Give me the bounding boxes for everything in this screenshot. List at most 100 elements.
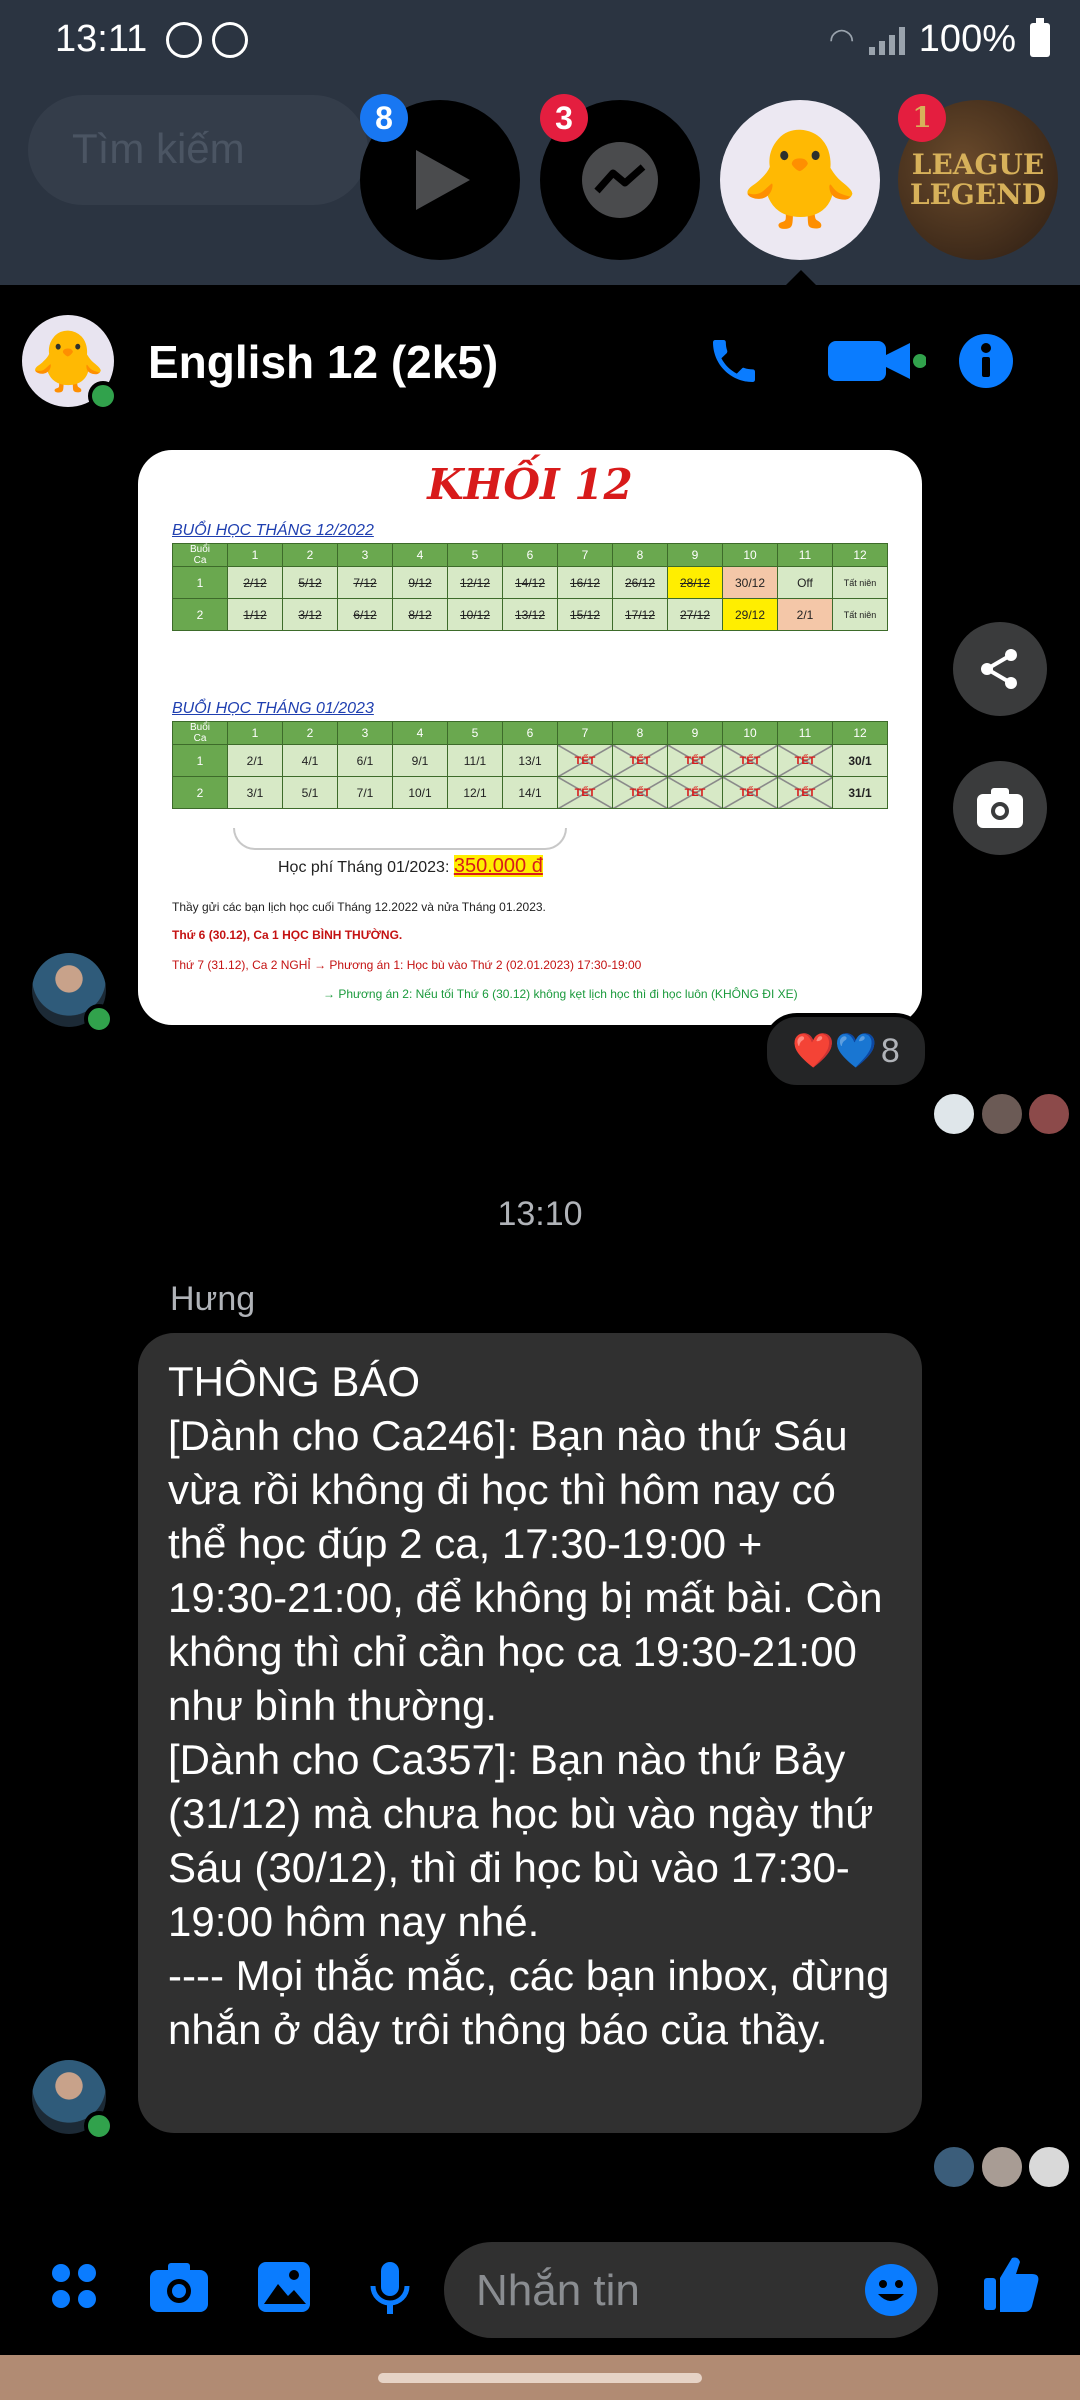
table-cell: 6/12 <box>337 598 393 631</box>
apps-menu-icon[interactable] <box>48 2260 100 2312</box>
table-cell: TẾT <box>557 776 613 809</box>
table-cell: 6 <box>502 543 558 567</box>
message-timestamp: 13:10 <box>497 1195 583 1233</box>
tuition-fee-label: Học phí Tháng 01/2023: <box>278 859 450 876</box>
status-bar: 13:11 ◠ 100% <box>0 0 1080 80</box>
messenger-notification-icon <box>166 22 202 58</box>
table-cell: TẾT <box>612 776 668 809</box>
table-cell: 26/12 <box>612 566 668 599</box>
table-cell: 4/1 <box>282 744 338 777</box>
message-reactions[interactable]: ❤️💙 8 <box>763 1013 929 1089</box>
table-cell: 16/12 <box>557 566 613 599</box>
seen-avatar <box>1027 2145 1071 2189</box>
battery-percent: 100% <box>918 18 1016 60</box>
table-header-row: Buổi Ca 1 2 3 4 5 6 7 8 9 10 11 12 <box>172 721 888 745</box>
seen-avatar <box>932 1092 976 1136</box>
table-cell: 7/12 <box>337 566 393 599</box>
chick-avatar-icon: 🐥 <box>740 126 860 233</box>
emoji-icon[interactable] <box>864 2263 918 2317</box>
seen-avatar <box>980 1092 1024 1136</box>
table-cell: 31/1 <box>832 776 888 809</box>
tuition-fee-value: 350.000 đ <box>453 855 543 877</box>
table-row: 1 2/1 4/1 6/1 9/1 11/1 13/1 TẾT TẾT TẾT … <box>172 744 888 777</box>
unread-badge: 8 <box>360 94 408 142</box>
table-cell: 7 <box>557 543 613 567</box>
table-cell: 12/1 <box>447 776 503 809</box>
table-cell: 6/1 <box>337 744 393 777</box>
table-cell: 1/12 <box>227 598 283 631</box>
table-cell: 1 <box>172 566 228 599</box>
table-cell: 12/12 <box>447 566 503 599</box>
table-cell: 3 <box>337 721 393 745</box>
message-input-placeholder: Nhắn tin <box>476 2266 640 2315</box>
table-row: 1 2/12 5/12 7/12 9/12 12/12 14/12 16/12 … <box>172 566 888 599</box>
table-cell: 5 <box>447 543 503 567</box>
home-gesture-handle[interactable] <box>378 2373 702 2383</box>
camera-icon[interactable] <box>148 2260 210 2314</box>
like-icon[interactable] <box>982 2254 1040 2314</box>
reaction-emojis: ❤️💙 <box>792 1032 877 1070</box>
table-cell: 2 <box>172 776 228 809</box>
schedule-section-label: BUỔI HỌC THÁNG 01/2023 <box>172 700 374 717</box>
unread-badge: 1 <box>898 94 946 142</box>
active-pointer <box>785 270 817 286</box>
chat-head-chick[interactable]: 🐥 <box>720 100 880 260</box>
table-cell: TẾT <box>612 744 668 777</box>
table-cell: 4 <box>392 721 448 745</box>
messenger-notification-icon <box>212 22 248 58</box>
table-cell: 3/12 <box>282 598 338 631</box>
microphone-icon[interactable] <box>368 2260 412 2318</box>
table-cell: 5/1 <box>282 776 338 809</box>
chat-head-play[interactable]: 8 <box>360 94 520 260</box>
table-cell: 3/1 <box>227 776 283 809</box>
text-message[interactable]: THÔNG BÁO [Dành cho Ca246]: Bạn nào thứ … <box>138 1333 922 2133</box>
table-cell: 10/12 <box>447 598 503 631</box>
schedule-image-message[interactable]: KHỐI 12 BUỔI HỌC THÁNG 12/2022 Buổi Ca 1… <box>138 450 922 1025</box>
table-cell: 5 <box>447 721 503 745</box>
table-cell: 1 <box>172 744 228 777</box>
table-cell: TẾT <box>777 776 833 809</box>
brace-decoration <box>233 828 567 850</box>
table-header-row: Buổi Ca 1 2 3 4 5 6 7 8 9 10 11 12 <box>172 543 888 567</box>
table-row: 2 1/12 3/12 6/12 8/12 10/12 13/12 15/12 … <box>172 598 888 631</box>
table-cell: 29/12 <box>722 598 778 631</box>
phone-icon[interactable] <box>706 333 762 389</box>
table-cell: 7 <box>557 721 613 745</box>
share-button[interactable] <box>953 622 1047 716</box>
table-cell: 12 <box>832 721 888 745</box>
table-cell: 11/1 <box>447 744 503 777</box>
table-cell: Tất niên <box>832 598 888 631</box>
table-cell: 30/1 <box>832 744 888 777</box>
seen-avatar <box>1027 1092 1071 1136</box>
table-cell: 6 <box>502 721 558 745</box>
status-right: ◠ 100% <box>829 17 1050 61</box>
table-cell: 2/1 <box>777 598 833 631</box>
table-cell: 15/12 <box>557 598 613 631</box>
messenger-icon <box>582 142 658 218</box>
video-call-icon[interactable] <box>826 333 926 389</box>
table-cell: 30/12 <box>722 566 778 599</box>
table-cell: Buổi Ca <box>172 543 228 567</box>
table-cell: 5/12 <box>282 566 338 599</box>
schedule-table-january: Buổi Ca 1 2 3 4 5 6 7 8 9 10 11 12 1 2/1… <box>172 721 888 809</box>
play-icon <box>416 150 470 210</box>
table-cell: TẾT <box>667 776 723 809</box>
camera-icon <box>977 788 1023 828</box>
seen-avatar <box>932 2145 976 2189</box>
chat-title[interactable]: English 12 (2k5) <box>148 335 498 389</box>
message-input[interactable]: Nhắn tin <box>444 2242 938 2338</box>
chat-head-messenger[interactable]: 3 <box>540 94 700 260</box>
table-cell: 3 <box>337 543 393 567</box>
info-icon[interactable] <box>958 333 1014 389</box>
chat-head-league[interactable]: 1 LEAGUE LEGEND <box>898 94 1058 260</box>
table-cell: 8/12 <box>392 598 448 631</box>
table-cell: 2 <box>282 721 338 745</box>
camera-save-button[interactable] <box>953 761 1047 855</box>
gallery-icon[interactable] <box>256 2260 312 2314</box>
table-cell: Off <box>777 566 833 599</box>
table-cell: 14/1 <box>502 776 558 809</box>
search-bar[interactable]: Tìm kiếm <box>28 95 368 205</box>
table-cell: 2 <box>282 543 338 567</box>
table-cell: 8 <box>612 543 668 567</box>
table-cell: 11 <box>777 543 833 567</box>
